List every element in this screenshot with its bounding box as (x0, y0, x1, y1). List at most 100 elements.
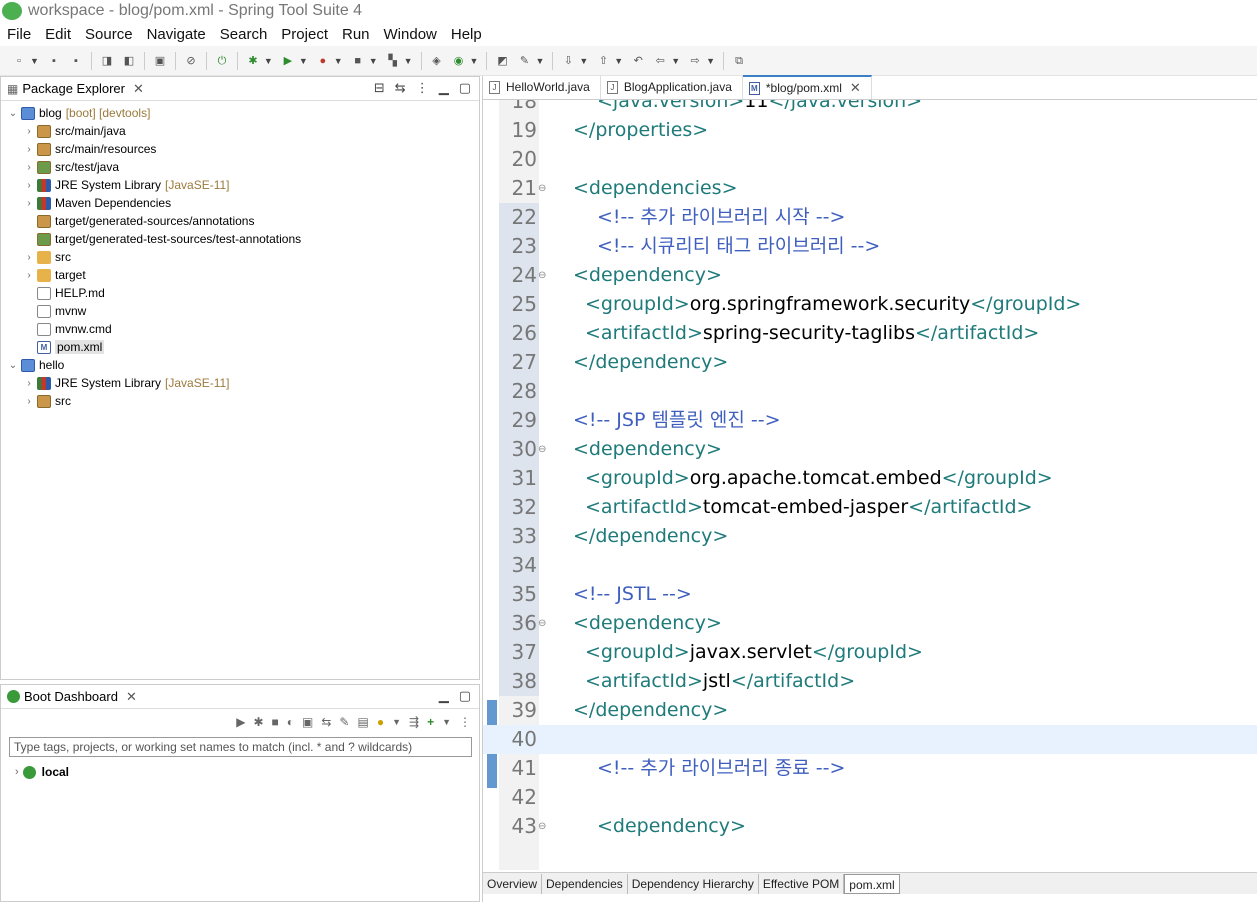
local-target-row[interactable]: › local (15, 765, 479, 779)
menu-source[interactable]: Source (78, 26, 140, 43)
minimize-icon[interactable]: ▁ (439, 688, 449, 704)
start-icon[interactable]: ▶ (236, 715, 245, 729)
chevron-down-icon[interactable]: ▼ (706, 56, 715, 66)
back-icon[interactable]: ⇦ (652, 53, 668, 69)
tree-item[interactable]: › Maven Dependencies (1, 194, 479, 212)
close-icon[interactable]: ✕ (126, 689, 137, 705)
chevron-down-icon[interactable]: ▼ (334, 56, 343, 66)
stop-icon[interactable]: ■ (350, 53, 366, 69)
external-tools-icon[interactable]: ● (315, 53, 331, 69)
fold-icon[interactable]: ⊖ (538, 812, 546, 841)
console-icon[interactable]: ▣ (302, 715, 313, 729)
menu-search[interactable]: Search (213, 26, 275, 43)
chevron-down-icon[interactable]: ▼ (614, 56, 623, 66)
chevron-right-icon[interactable]: › (23, 144, 35, 155)
code-line[interactable]: 28 (483, 377, 1257, 406)
add-icon[interactable]: + (427, 715, 434, 729)
tree-item[interactable]: › target (1, 266, 479, 284)
previous-annotation-icon[interactable]: ⇧ (595, 53, 611, 69)
menu-navigate[interactable]: Navigate (140, 26, 213, 43)
close-icon[interactable]: ✕ (850, 80, 861, 96)
tab-dependency-hierarchy[interactable]: Dependency Hierarchy (628, 873, 759, 894)
code-line[interactable]: 26 <artifactId>spring-security-taglibs</a… (483, 319, 1257, 348)
code-line[interactable]: 35 <!-- JSTL --> (483, 580, 1257, 609)
package-explorer-title[interactable]: Package Explorer (22, 81, 125, 96)
menu-edit[interactable]: Edit (38, 26, 78, 43)
link-icon[interactable]: ⇆ (321, 715, 331, 729)
menu-file[interactable]: File (0, 26, 38, 43)
save-icon[interactable]: ▪ (46, 53, 62, 69)
open-perspective-icon[interactable]: ⧉ (731, 53, 747, 69)
tree-item[interactable]: ⌄ blog [boot] [devtools] (1, 104, 479, 122)
chevron-right-icon[interactable]: › (15, 766, 19, 778)
chevron-down-icon[interactable]: ▼ (392, 717, 401, 727)
code-line[interactable]: 34 (483, 551, 1257, 580)
fold-icon[interactable]: ⊖ (538, 609, 546, 638)
tree-item[interactable]: target/generated-test-sources/test-annot… (1, 230, 479, 248)
tree-item-selected[interactable]: Mpom.xml (1, 338, 479, 356)
tree-item[interactable]: › JRE System Library [JavaSE-11] (1, 176, 479, 194)
code-line[interactable]: 39 </dependency> (483, 696, 1257, 725)
deploy-icon[interactable]: ▚ (385, 53, 401, 69)
chevron-down-icon[interactable]: ▼ (30, 56, 39, 66)
menu-help[interactable]: Help (444, 26, 489, 43)
build-icon[interactable]: ◨ (99, 53, 115, 69)
console-icon[interactable]: ▣ (152, 53, 168, 69)
chevron-down-icon[interactable]: ▼ (579, 56, 588, 66)
tab-dependencies[interactable]: Dependencies (542, 873, 628, 894)
code-line[interactable]: 40 (483, 725, 1257, 754)
tab-pom-xml[interactable]: M *blog/pom.xml ✕ (742, 75, 872, 99)
code-line[interactable]: 37 <groupId>javax.servlet</groupId> (483, 638, 1257, 667)
code-line[interactable]: 18 <java.version>11</java.version> (483, 100, 1257, 116)
open-browser-icon[interactable]: ◐ (287, 715, 294, 729)
code-line[interactable]: 42 (483, 783, 1257, 812)
menu-window[interactable]: Window (377, 26, 444, 43)
code-line[interactable]: 31 <groupId>org.apache.tomcat.embed</grou… (483, 464, 1257, 493)
tab-blogapplication[interactable]: J BlogApplication.java (601, 75, 743, 99)
tab-helloworld[interactable]: J HelloWorld.java (483, 75, 601, 99)
code-line[interactable]: 32 <artifactId>tomcat-embed-jasper</artif… (483, 493, 1257, 522)
skip-breakpoints-icon[interactable]: ⊘ (183, 53, 199, 69)
next-annotation-icon[interactable]: ⇩ (560, 53, 576, 69)
collapse-all-icon[interactable]: ⊟ (374, 80, 385, 96)
tree-item[interactable]: HELP.md (1, 284, 479, 302)
clean-icon[interactable]: ◧ (121, 53, 137, 69)
link-with-editor-icon[interactable]: ⇆ (395, 80, 406, 96)
tree-item[interactable]: mvnw.cmd (1, 320, 479, 338)
code-editor[interactable]: 18 <java.version>11</java.version> 19 </pro… (483, 100, 1257, 870)
last-edit-icon[interactable]: ↶ (630, 53, 646, 69)
chevron-down-icon[interactable]: ⌄ (7, 360, 19, 371)
lightbulb-icon[interactable]: ● (377, 715, 384, 729)
chevron-down-icon[interactable]: ▼ (535, 56, 544, 66)
chevron-down-icon[interactable]: ▼ (442, 717, 451, 727)
close-icon[interactable]: ✕ (133, 81, 144, 97)
maximize-icon[interactable]: ▢ (459, 80, 471, 96)
tab-overview[interactable]: Overview (483, 873, 543, 894)
debug-icon[interactable]: ✱ (245, 53, 261, 69)
chevron-right-icon[interactable]: › (23, 378, 35, 389)
code-line[interactable]: 19 </properties> (483, 116, 1257, 145)
tab-pom-source[interactable]: pom.xml (844, 873, 900, 894)
save-all-icon[interactable]: ▪ (68, 53, 84, 69)
chevron-right-icon[interactable]: › (23, 252, 35, 263)
chevron-down-icon[interactable]: ▼ (470, 56, 479, 66)
tree-item[interactable]: › src/main/resources (1, 140, 479, 158)
code-line[interactable]: 33 </dependency> (483, 522, 1257, 551)
fold-icon[interactable]: ⊖ (538, 435, 546, 464)
maximize-icon[interactable]: ▢ (459, 688, 471, 704)
tree-item[interactable]: ⌄ hello (1, 356, 479, 374)
tree-item[interactable]: › src/test/java (1, 158, 479, 176)
chevron-down-icon[interactable]: ▼ (369, 56, 378, 66)
filter-input[interactable]: Type tags, projects, or working set name… (9, 737, 472, 757)
open-type-icon[interactable]: ◩ (494, 53, 510, 69)
chevron-right-icon[interactable]: › (23, 180, 35, 191)
code-line[interactable]: 36 ⊖ <dependency> (483, 609, 1257, 638)
code-line[interactable]: 30 ⊖ <dependency> (483, 435, 1257, 464)
fold-icon[interactable]: ⊖ (538, 174, 546, 203)
code-line[interactable]: 25 <groupId>org.springframework.security<… (483, 290, 1257, 319)
chevron-down-icon[interactable]: ▼ (671, 56, 680, 66)
tree-item[interactable]: › JRE System Library [JavaSE-11] (1, 374, 479, 392)
chevron-right-icon[interactable]: › (23, 396, 35, 407)
code-line[interactable]: 23 <!-- 시큐리티 태그 라이브러리 --> (483, 232, 1257, 261)
view-menu-icon[interactable]: ⋮ (416, 80, 429, 96)
